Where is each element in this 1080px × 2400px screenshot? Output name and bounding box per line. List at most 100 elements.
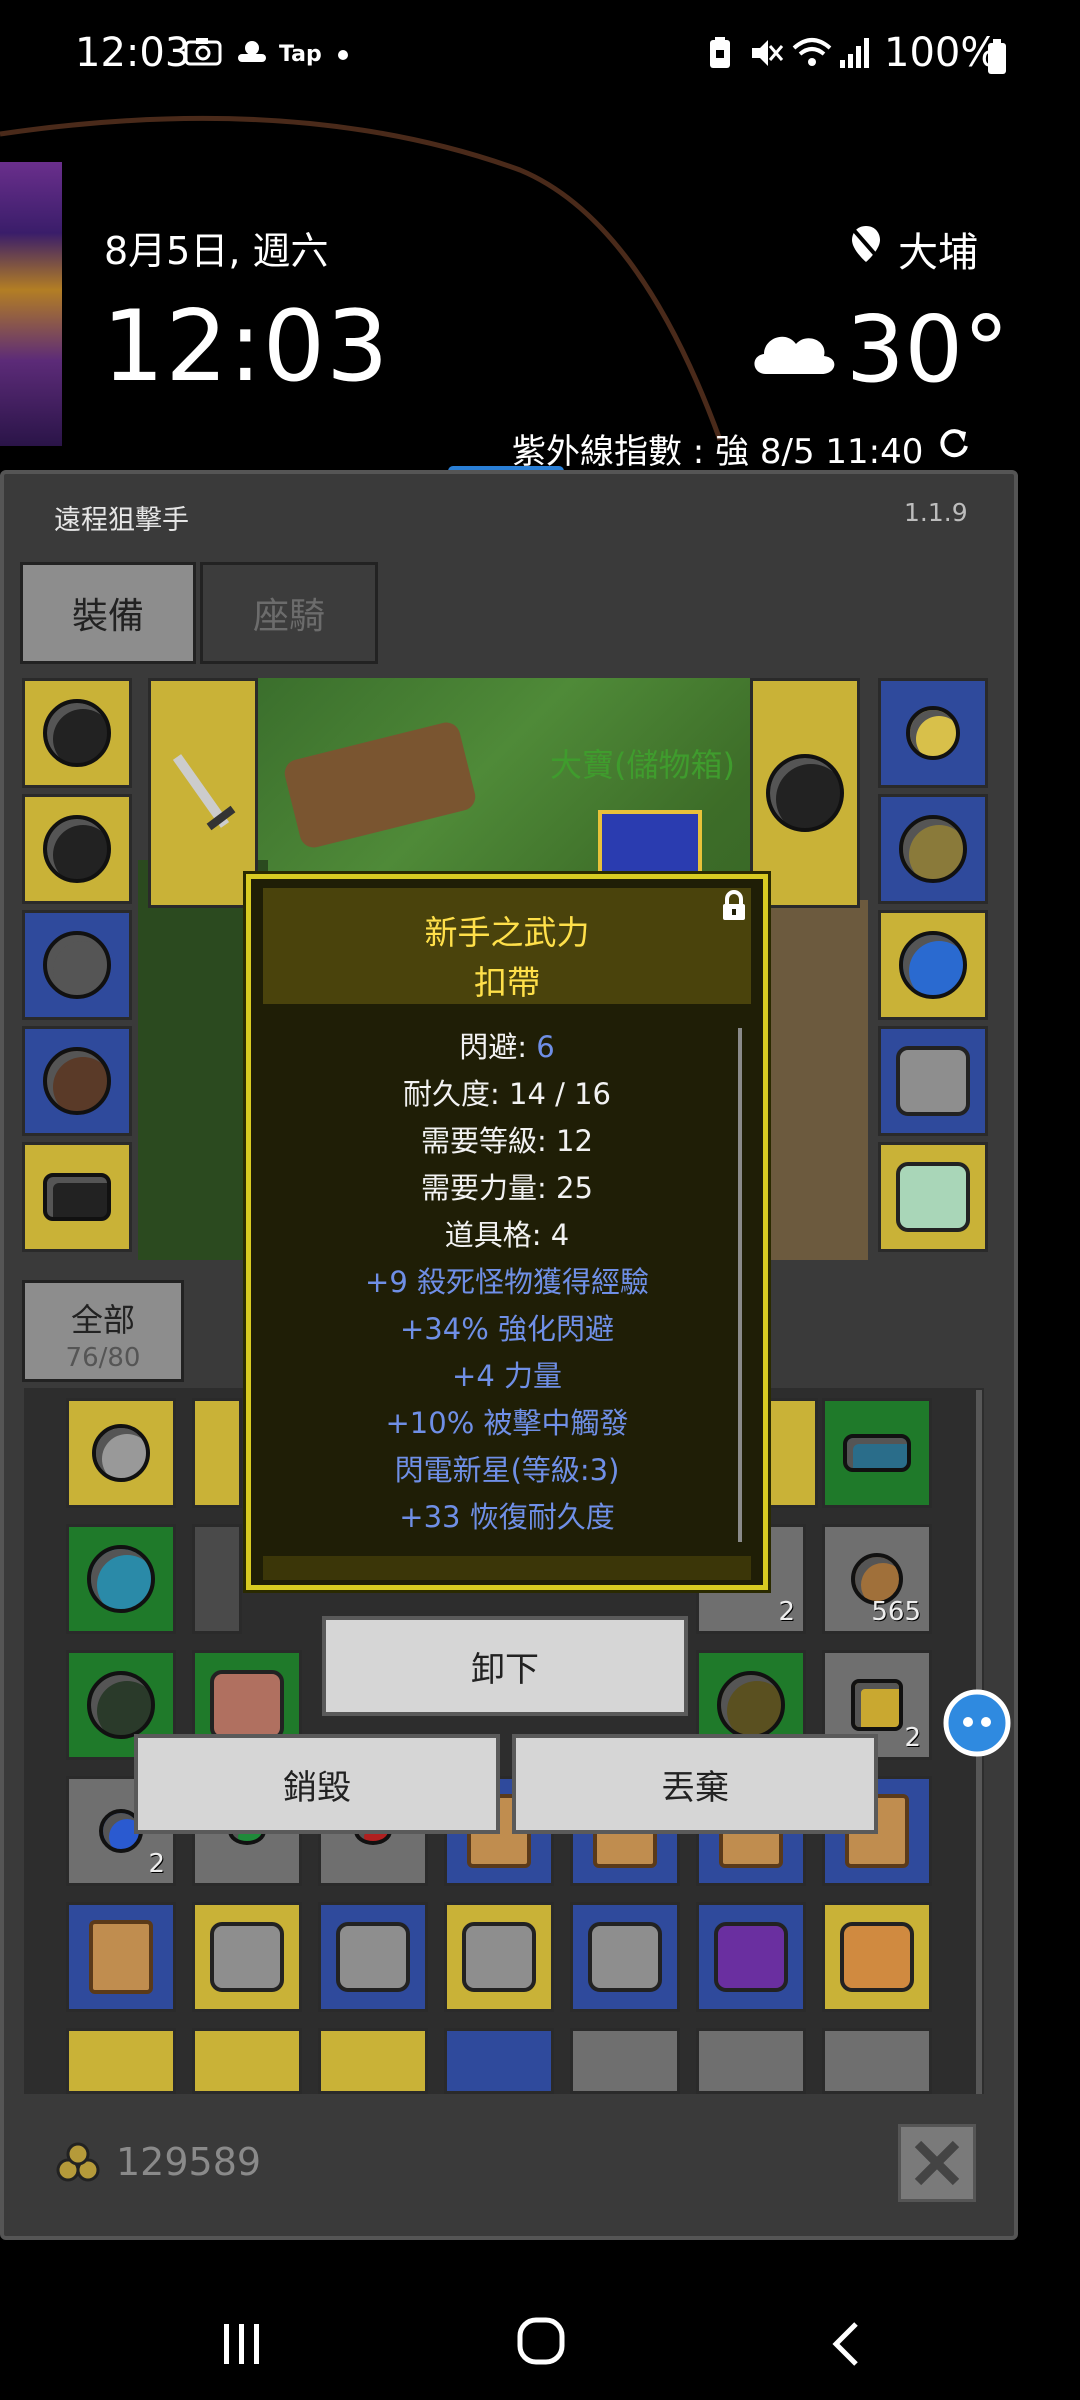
tab-equipment[interactable]: 裝備 bbox=[20, 562, 196, 664]
gold-amount: 129589 bbox=[116, 2140, 262, 2184]
equip-slot-amulet[interactable] bbox=[878, 678, 988, 788]
camera-icon bbox=[184, 36, 222, 74]
inventory-slot[interactable] bbox=[444, 1902, 554, 2012]
destroy-button[interactable]: 銷毀 bbox=[134, 1734, 500, 1834]
creature-scroll-icon bbox=[896, 1162, 970, 1232]
inventory-slot[interactable] bbox=[66, 1524, 176, 1634]
location-text: 大埔 bbox=[898, 230, 978, 276]
inventory-slot[interactable] bbox=[318, 2028, 428, 2094]
refresh-icon[interactable] bbox=[936, 426, 972, 466]
inventory-slot[interactable] bbox=[318, 1902, 428, 2012]
floating-assistant-icon[interactable] bbox=[942, 1688, 1012, 1758]
unequip-button-label: 卸下 bbox=[471, 1649, 539, 1690]
inventory-slot[interactable] bbox=[570, 2028, 680, 2094]
equip-slot-gloves[interactable] bbox=[22, 910, 132, 1020]
storage-chest[interactable] bbox=[598, 810, 702, 882]
stat-durability: 耐久度: 14 / 16 bbox=[403, 1077, 611, 1111]
inventory-slot[interactable] bbox=[192, 1524, 242, 1634]
stat-dodge-label: 閃避: bbox=[459, 1030, 537, 1064]
back-icon[interactable] bbox=[826, 2320, 866, 2372]
helmet-icon bbox=[43, 699, 111, 767]
equip-slot-belt[interactable] bbox=[22, 1142, 132, 1252]
dot-icon bbox=[338, 50, 348, 60]
equip-slot-ring-2[interactable] bbox=[878, 910, 988, 1020]
equip-slot-weapon[interactable] bbox=[148, 678, 258, 908]
storage-chest-label: 大寶(儲物箱) bbox=[550, 746, 735, 784]
lock-icon[interactable] bbox=[720, 890, 748, 922]
tooltip-scrollbar[interactable] bbox=[738, 1028, 742, 1542]
close-button[interactable] bbox=[898, 2124, 976, 2202]
amulet-icon bbox=[906, 706, 960, 760]
inventory-slot[interactable] bbox=[822, 1398, 932, 1508]
clock-text: 12:03 bbox=[102, 290, 390, 404]
wifi-icon bbox=[792, 36, 832, 78]
helmet-icon bbox=[717, 1671, 785, 1739]
equip-slot-armor[interactable] bbox=[22, 794, 132, 904]
inventory-slot[interactable] bbox=[66, 2028, 176, 2094]
gold-coins-icon bbox=[54, 2142, 102, 2186]
item-quantity: 2 bbox=[148, 1849, 165, 1879]
equip-slot-helmet[interactable] bbox=[22, 678, 132, 788]
item-quantity: 2 bbox=[904, 1723, 921, 1753]
item-quantity: 565 bbox=[871, 1597, 921, 1627]
inventory-slot[interactable] bbox=[696, 2028, 806, 2094]
mask-scroll-icon bbox=[462, 1922, 536, 1992]
uv-index-text: 紫外線指數 : 強 8/5 11:40 bbox=[512, 432, 924, 472]
monster-head-icon bbox=[210, 1670, 284, 1740]
equip-slot-charm-2[interactable] bbox=[878, 1142, 988, 1252]
location-off-icon bbox=[848, 224, 884, 268]
recents-icon[interactable] bbox=[220, 2322, 264, 2370]
home-icon[interactable] bbox=[516, 2316, 566, 2370]
inventory-slot[interactable] bbox=[66, 1398, 176, 1508]
battery-icon bbox=[986, 38, 1008, 80]
equip-slot-charm-1[interactable] bbox=[878, 1026, 988, 1136]
filter-all-button[interactable]: 全部 76/80 bbox=[22, 1280, 184, 1382]
armor-icon bbox=[43, 815, 111, 883]
mask-scroll-icon bbox=[210, 1922, 284, 1992]
inventory-slot[interactable]: 565 bbox=[822, 1524, 932, 1634]
drop-button-label: 丟棄 bbox=[661, 1767, 729, 1808]
inventory-slot[interactable] bbox=[822, 1902, 932, 2012]
tab-mount[interactable]: 座騎 bbox=[200, 562, 378, 664]
mask-scroll-icon bbox=[588, 1922, 662, 1992]
inventory-slot[interactable] bbox=[444, 2028, 554, 2094]
bonus-line: +34% 強化閃避 bbox=[400, 1312, 614, 1346]
bracer-icon bbox=[843, 1434, 911, 1472]
bonus-line: +33 恢復耐久度 bbox=[399, 1500, 615, 1534]
armor-icon bbox=[87, 1671, 155, 1739]
status-time: 12:03 bbox=[75, 30, 191, 76]
battery-text: 100% bbox=[884, 30, 999, 76]
date-text: 8月5日, 週六 bbox=[104, 229, 329, 273]
boots-icon bbox=[43, 1047, 111, 1115]
game-title: 遠程狙擊手 bbox=[54, 505, 189, 536]
creature-scroll-icon bbox=[840, 1922, 914, 1992]
inventory-slot[interactable] bbox=[570, 1902, 680, 2012]
inventory-slot[interactable] bbox=[766, 1398, 818, 1508]
item-name: 新手之武力 bbox=[424, 913, 590, 952]
ring-icon bbox=[899, 815, 967, 883]
inventory-slot[interactable] bbox=[66, 1902, 176, 2012]
stat-dodge: 閃避: 6 bbox=[246, 1024, 768, 1066]
item-type: 扣帶 bbox=[474, 963, 540, 1002]
gem-ring-icon bbox=[899, 931, 967, 999]
mute-icon bbox=[748, 36, 784, 78]
bonus-line: +9 殺死怪物獲得經驗 bbox=[365, 1265, 649, 1299]
wallpaper-thumbnail bbox=[0, 162, 62, 446]
inventory-slot[interactable] bbox=[696, 1902, 806, 2012]
inventory-slot[interactable] bbox=[192, 2028, 302, 2094]
mask-scroll-icon bbox=[336, 1922, 410, 1992]
cloud-icon bbox=[748, 326, 838, 380]
inventory-slot[interactable] bbox=[822, 2028, 932, 2094]
drop-button[interactable]: 丟棄 bbox=[512, 1734, 878, 1834]
gloves-icon bbox=[87, 1545, 155, 1613]
equip-slot-ring-1[interactable] bbox=[878, 794, 988, 904]
bonus-line: 閃電新星(等級:3) bbox=[394, 1453, 620, 1487]
tab-equipment-label: 裝備 bbox=[71, 596, 144, 637]
bonus-line: +4 力量 bbox=[452, 1359, 562, 1393]
gold-ore-icon bbox=[851, 1679, 903, 1731]
equip-slot-boots[interactable] bbox=[22, 1026, 132, 1136]
unequip-button[interactable]: 卸下 bbox=[322, 1616, 688, 1716]
close-icon bbox=[914, 2140, 960, 2186]
inventory-slot[interactable] bbox=[192, 1902, 302, 2012]
inventory-slot[interactable] bbox=[192, 1398, 242, 1508]
